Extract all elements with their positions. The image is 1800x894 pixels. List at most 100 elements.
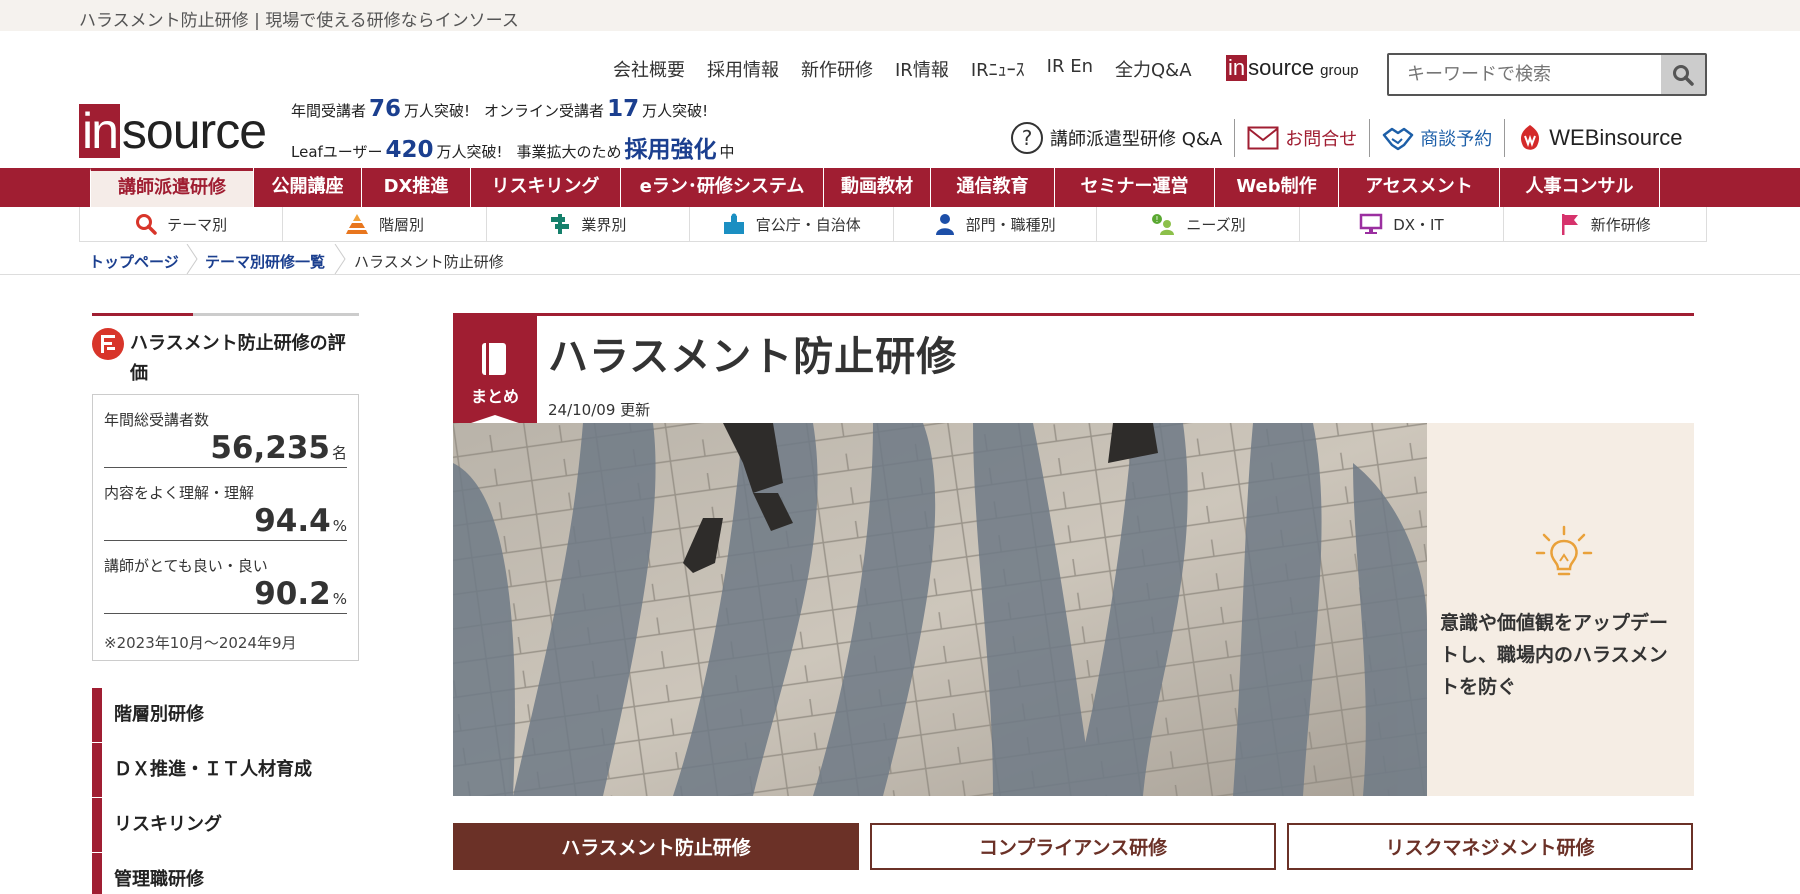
- breadcrumb-home[interactable]: トップページ: [89, 251, 179, 272]
- question-icon: ?: [1011, 122, 1043, 154]
- stat-label: 万人突破!: [436, 143, 503, 161]
- tab-harassment[interactable]: ハラスメント防止研修: [453, 823, 859, 870]
- tab-risk-management[interactable]: リスクマネジメント研修: [1287, 823, 1693, 870]
- subnav-government[interactable]: 官公庁・自治体: [690, 207, 894, 241]
- government-icon: [723, 213, 744, 234]
- topnav-company[interactable]: 会社概要: [613, 56, 685, 82]
- search-button[interactable]: [1661, 55, 1705, 94]
- group-logo-source: source: [1248, 55, 1315, 80]
- subnav-theme[interactable]: テーマ別: [79, 207, 284, 241]
- site-title: ハラスメント防止研修 | 現場で使える研修ならインソース: [79, 11, 519, 31]
- tab-compliance[interactable]: コンプライアンス研修: [870, 823, 1276, 870]
- mainnav-public-courses[interactable]: 公開講座: [253, 168, 361, 207]
- topnav-ir[interactable]: IR情報: [895, 56, 949, 82]
- lightbulb-icon: [1535, 525, 1593, 576]
- stat-period-note: ※2023年10月～2024年9月: [104, 634, 297, 652]
- evaluation-stats: 年間総受講者数 56,235 名 内容をよく理解・理解 94.4% 講師がとても良…: [92, 394, 359, 661]
- subnav-industry[interactable]: 業界別: [487, 207, 691, 241]
- subnav-dx-it[interactable]: DX・IT: [1300, 207, 1504, 241]
- mainnav-web[interactable]: Web制作: [1214, 168, 1338, 207]
- stat-label: 事業拡大のため: [516, 143, 622, 161]
- breadcrumb-theme-list[interactable]: テーマ別研修一覧: [205, 251, 325, 272]
- stat-unit: %: [332, 590, 347, 608]
- book-icon: [482, 343, 506, 375]
- mainnav-lecturer-training[interactable]: 講師派遣研修: [90, 168, 253, 207]
- monitor-icon: [1359, 213, 1383, 234]
- evaluation-heading: ハラスメント防止研修の評価: [92, 328, 359, 384]
- logo-source: source: [121, 103, 267, 159]
- mainnav-seminar[interactable]: セミナー運営: [1054, 168, 1214, 207]
- topnav-recruit[interactable]: 採用情報: [707, 56, 779, 82]
- topnav-new-training[interactable]: 新作研修: [801, 56, 873, 82]
- stat-number: 94.4: [254, 503, 331, 539]
- insource-group-logo[interactable]: in source group: [1226, 55, 1359, 81]
- svg-text:!: !: [1156, 215, 1159, 224]
- mainnav-correspondence[interactable]: 通信教育: [930, 168, 1054, 207]
- breadcrumb-current: ハラスメント防止研修: [354, 253, 504, 271]
- headline-stats: 年間受講者 76 万人突破! オンライン受講者 17 万人突破! Leafユーザ…: [291, 96, 735, 164]
- stat-number: 17: [607, 96, 640, 122]
- webinsource-link[interactable]: WEBinsource: [1517, 124, 1683, 152]
- stat-label: オンライン受講者: [484, 102, 605, 120]
- mainnav-elearning[interactable]: eラン･研修システム: [620, 168, 823, 207]
- hero-summary-panel: 意識や価値観をアップデートし、職場内のハラスメントを防ぐ: [1427, 423, 1694, 796]
- updated-date: 24/10/09 更新: [548, 401, 651, 419]
- subnav-label: 階層別: [379, 215, 425, 234]
- webinsource-label: WEBinsource: [1549, 125, 1683, 150]
- stat-label: 内容をよく理解・理解: [104, 484, 255, 502]
- stat-label: 中: [719, 143, 735, 161]
- search-icon: [136, 214, 157, 235]
- sub-nav: テーマ別 階層別 業界別 官公庁・自治体 部門・職種別 ! ニーズ別 DX・IT…: [79, 207, 1707, 242]
- webinsource-icon: [1521, 125, 1540, 150]
- subnav-needs[interactable]: ! ニーズ別: [1097, 207, 1301, 241]
- hero-summary-text: 意識や価値観をアップデートし、職場内のハラスメントを防ぐ: [1440, 612, 1669, 698]
- signpost-icon: [551, 214, 570, 234]
- meeting-link[interactable]: 商談予約: [1382, 125, 1492, 151]
- topnav-ir-news[interactable]: IRﾆｭｰｽ: [971, 56, 1025, 82]
- people-need-icon: !: [1152, 214, 1175, 235]
- sidebar-item-manager[interactable]: 管理職研修: [92, 853, 359, 894]
- search-input[interactable]: [1389, 55, 1661, 94]
- insource-logo[interactable]: in source: [79, 103, 267, 159]
- sidebar-header-line: [92, 313, 359, 316]
- subnav-department[interactable]: 部門・職種別: [894, 207, 1097, 241]
- mainnav-reskilling[interactable]: リスキリング: [470, 168, 620, 207]
- group-logo-group: group: [1320, 61, 1359, 79]
- handshake-icon: [1383, 127, 1414, 151]
- page-title: ハラスメント防止研修: [548, 334, 958, 380]
- stat-item: 講師がとても良い・良い 90.2%: [104, 541, 347, 614]
- topnav-ir-en[interactable]: IR En: [1047, 56, 1093, 82]
- stat-number: 90.2: [254, 576, 331, 612]
- subnav-new[interactable]: 新作研修: [1504, 207, 1707, 241]
- mainnav-hr-consulting[interactable]: 人事コンサル: [1499, 168, 1660, 207]
- stat-label: 年間受講者: [291, 102, 367, 120]
- mainnav-assessment[interactable]: アセスメント: [1338, 168, 1499, 207]
- hero-image: [453, 423, 1427, 796]
- stat-value: 94.4%: [254, 503, 347, 539]
- stat-value: 56,235 名: [210, 430, 347, 466]
- stat-item: 年間総受講者数 56,235 名: [104, 395, 347, 468]
- sidebar-item-reskilling[interactable]: リスキリング: [92, 798, 359, 852]
- mainnav-dx[interactable]: DX推進: [361, 168, 470, 207]
- topnav-qa[interactable]: 全力Q&A: [1115, 56, 1192, 82]
- contact-link[interactable]: お問合せ: [1247, 125, 1357, 151]
- subnav-label: 官公庁・自治体: [755, 215, 861, 234]
- content-header-line: [453, 313, 1694, 316]
- summary-tag-label: まとめ: [470, 387, 519, 406]
- chevron-right-icon: [186, 244, 198, 274]
- qa-link[interactable]: ? 講師派遣型研修 Q&A: [1010, 121, 1222, 155]
- evaluation-icon: [92, 328, 124, 360]
- evaluation-title: ハラスメント防止研修の評価: [130, 333, 346, 384]
- group-logo-in: in: [1226, 55, 1248, 81]
- subnav-level[interactable]: 階層別: [283, 207, 487, 241]
- sidebar-item-level[interactable]: 階層別研修: [92, 688, 359, 742]
- related-tabs: ハラスメント防止研修 コンプライアンス研修 リスクマネジメント研修: [453, 823, 1693, 870]
- qa-label: 講師派遣型研修 Q&A: [1050, 129, 1223, 150]
- sidebar-item-dx[interactable]: ＤＸ推進・ＩＴ人材育成: [92, 743, 359, 797]
- search-box: [1387, 53, 1707, 96]
- stat-label: 年間総受講者数: [104, 411, 210, 429]
- summary-tag: まとめ: [453, 313, 537, 429]
- shadows-on-pavement-image: [453, 423, 1427, 796]
- recruit-highlight[interactable]: 採用強化: [625, 130, 717, 164]
- mainnav-video[interactable]: 動画教材: [823, 168, 930, 207]
